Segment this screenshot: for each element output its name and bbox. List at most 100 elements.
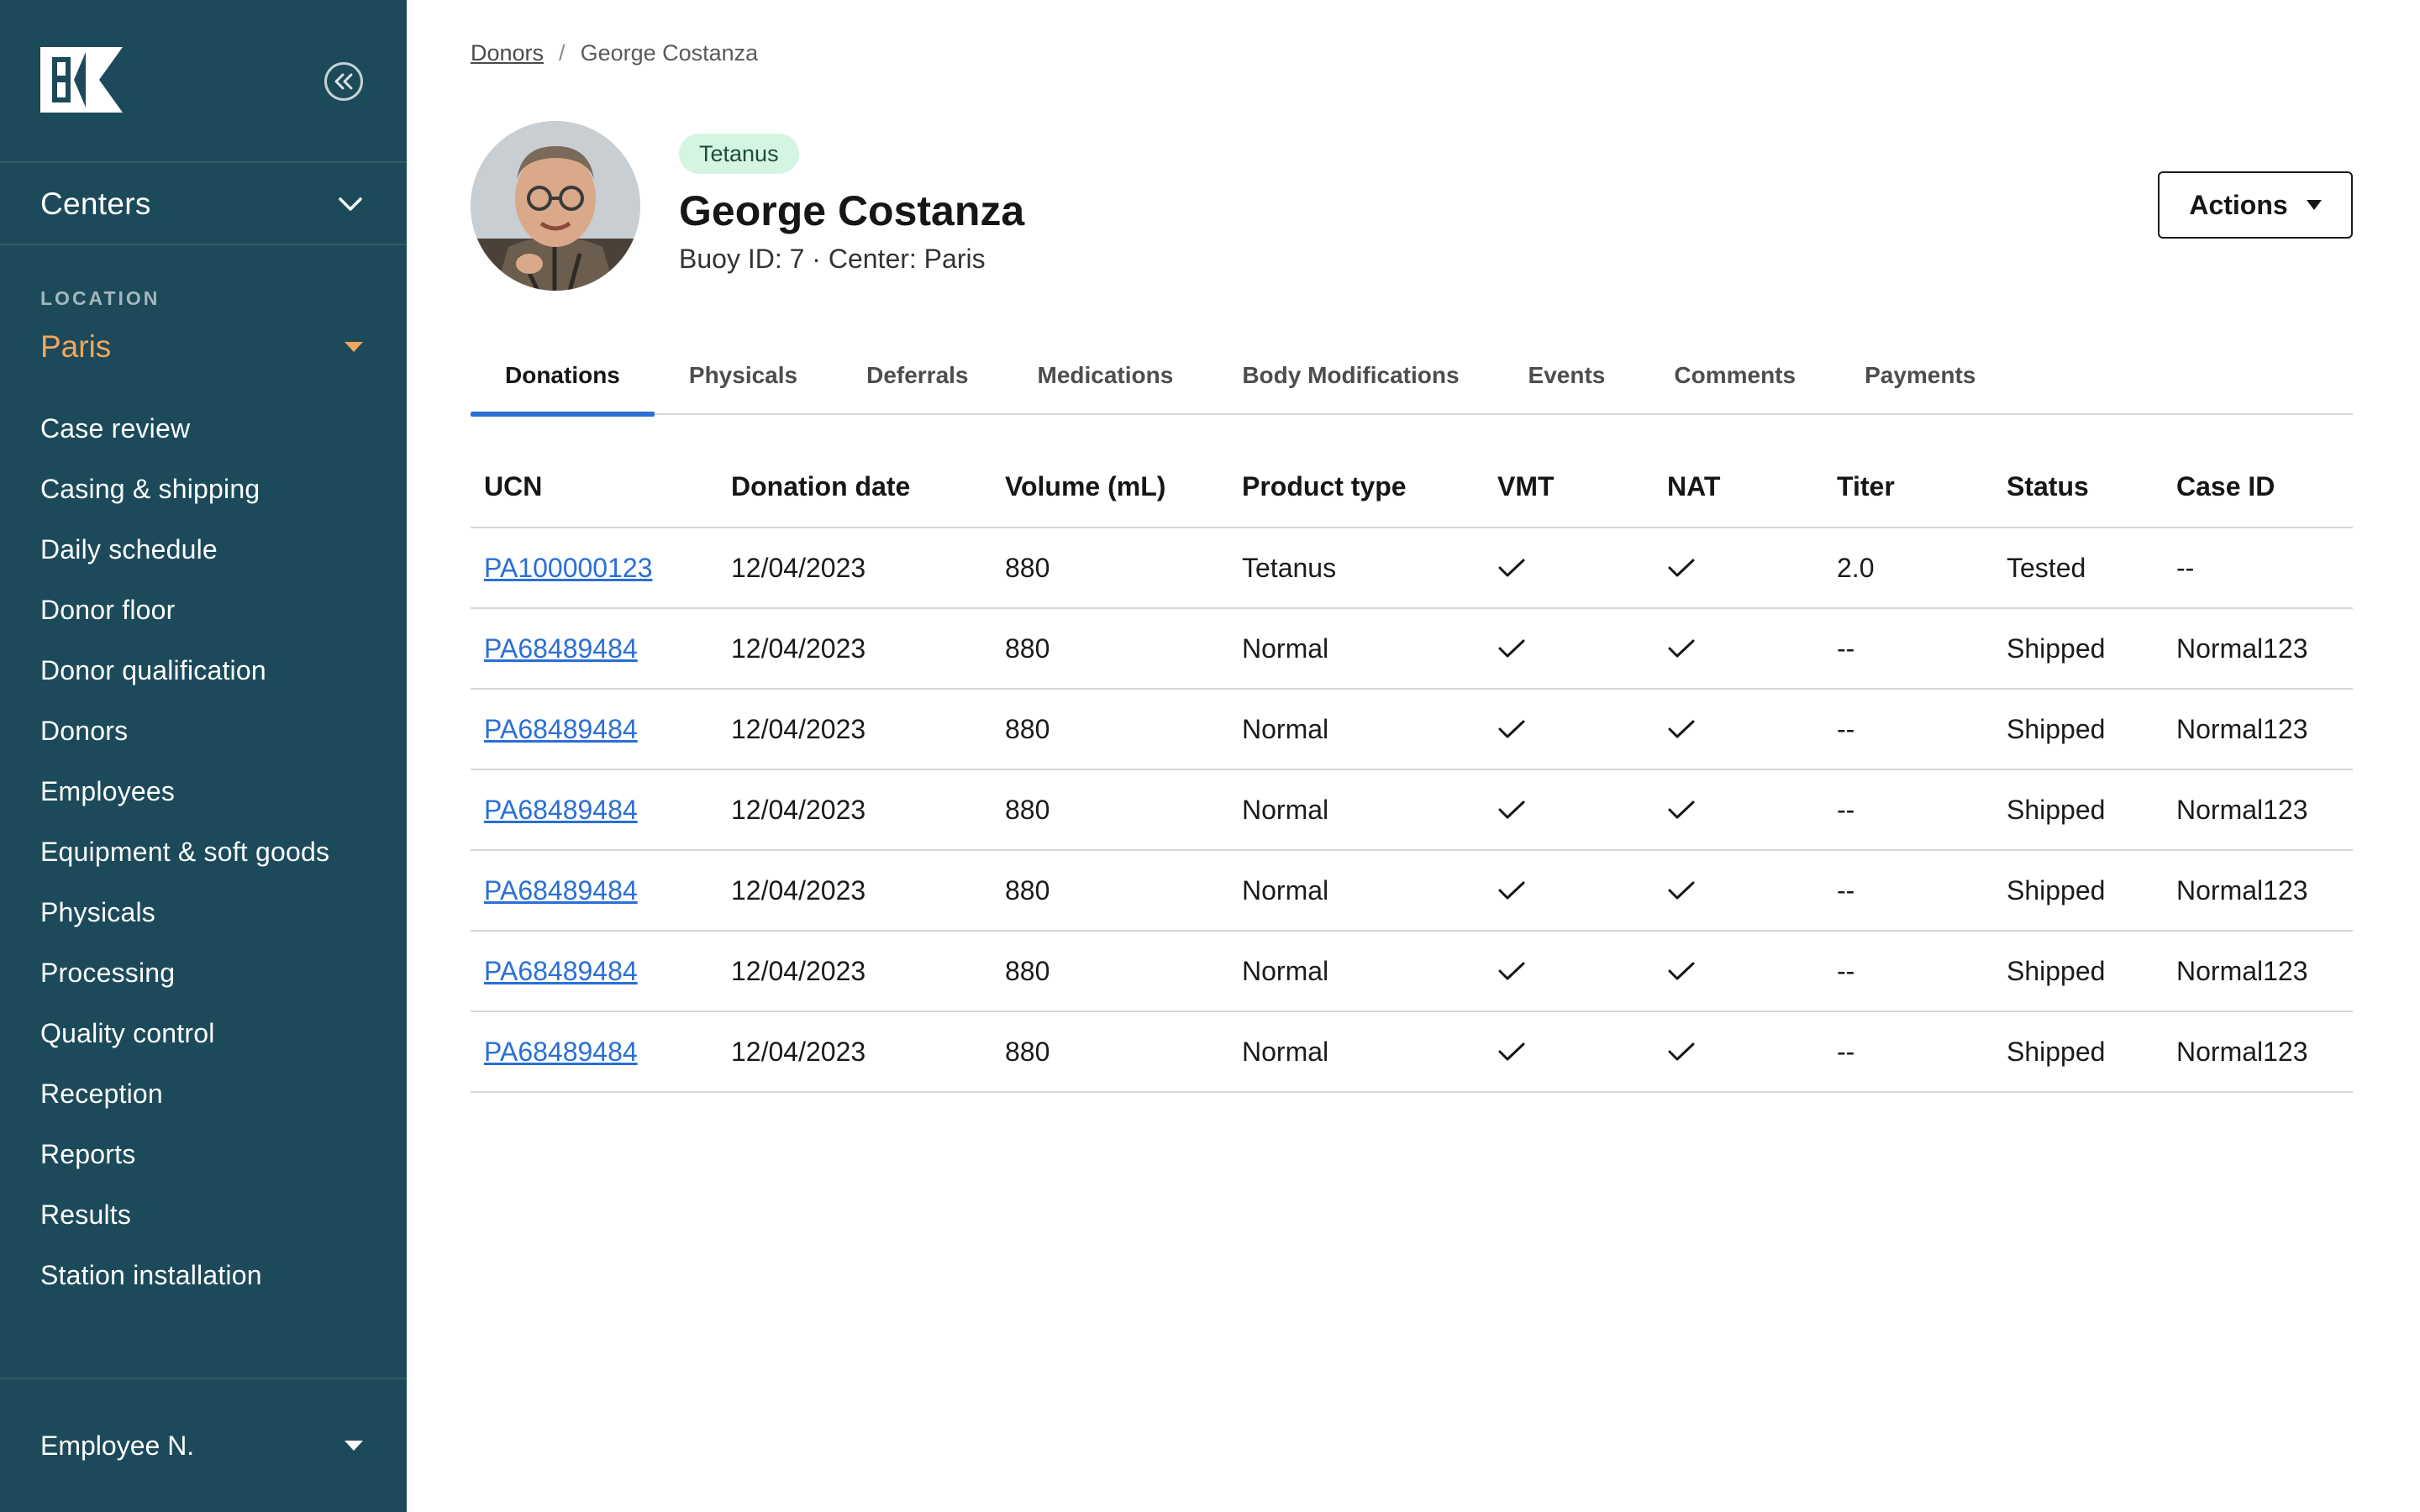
checkmark-icon [1497,1041,1640,1063]
employee-menu[interactable]: Employee N. [40,1425,363,1467]
cell-vmt [1484,1011,1654,1093]
checkmark-icon [1497,638,1640,659]
sidebar-item-equipment[interactable]: Equipment & soft goods [40,822,393,882]
cell-titer: -- [1823,931,1993,1012]
checkmark-icon [1667,638,1810,659]
cell-vmt [1484,608,1654,690]
cell-volume: 880 [992,1011,1228,1093]
tab-donations[interactable]: Donations [471,336,655,417]
cell-ucn-text[interactable]: PA68489484 [484,1037,638,1067]
cell-status-text: Tested [2007,552,2086,583]
cell-product-type-text: Tetanus [1242,552,1337,583]
sidebar-item-results[interactable]: Results [40,1184,393,1245]
cell-product-type-text: Normal [1242,874,1329,906]
tab-comments[interactable]: Comments [1639,336,1830,415]
cell-status: Shipped [1993,608,2163,690]
cell-product-type: Tetanus [1228,528,1484,609]
sidebar-item-physicals[interactable]: Physicals [40,882,393,942]
location-dropdown[interactable]: Paris [40,326,363,368]
sidebar-item-donor-qualification[interactable]: Donor qualification [40,640,393,701]
table-row[interactable]: PA68489484 12/04/2023 880 Normal -- Shipped No… [471,931,2353,1012]
cell-donation-date: 12/04/2023 [718,769,992,851]
table-row[interactable]: PA68489484 12/04/2023 880 Normal -- Shipped No… [471,769,2353,851]
cell-volume-text: 880 [1005,1036,1050,1067]
cell-nat [1654,608,1823,690]
cell-donation-date: 12/04/2023 [718,931,992,1012]
cell-ucn-text[interactable]: PA68489484 [484,795,638,825]
cell-status: Shipped [1993,1011,2163,1093]
sidebar-divider [0,244,407,245]
cell-ucn-text[interactable]: PA68489484 [484,714,638,744]
cell-donation-date-text: 12/04/2023 [731,633,866,664]
table-row[interactable]: PA68489484 12/04/2023 880 Normal -- Shipped No… [471,689,2353,770]
sidebar-item-donor-floor[interactable]: Donor floor [40,580,393,640]
checkmark-icon [1667,718,1810,740]
cell-titer-text: -- [1837,794,1855,825]
cell-volume-text: 880 [1005,633,1050,664]
cell-nat [1654,528,1823,609]
table-row[interactable]: PA68489484 12/04/2023 880 Normal -- Shipped No… [471,608,2353,690]
table-row[interactable]: PA68489484 12/04/2023 880 Normal -- Shipped No… [471,1011,2353,1093]
sidebar-item-daily-schedule[interactable]: Daily schedule [40,519,393,580]
sidebar-item-quality-control[interactable]: Quality control [40,1003,393,1063]
tab-medications[interactable]: Medications [1003,336,1208,415]
sidebar-item-reports[interactable]: Reports [40,1124,393,1184]
sidebar-item-donors[interactable]: Donors [40,701,393,761]
cell-titer: -- [1823,850,1993,932]
cell-donation-date: 12/04/2023 [718,1011,992,1093]
table-row[interactable]: PA68489484 12/04/2023 880 Normal -- Shipped No… [471,850,2353,932]
cell-ucn-text[interactable]: PA68489484 [484,633,638,664]
checkmark-icon [1497,879,1640,901]
centers-dropdown[interactable]: Centers [40,183,363,225]
column-header-vmt[interactable]: VMT [1484,447,1654,528]
cell-donation-date-text: 12/04/2023 [731,874,866,906]
cell-case-id: Normal123 [2163,1011,2353,1093]
tab-physicals[interactable]: Physicals [655,336,832,415]
cell-product-type-text: Normal [1242,955,1329,986]
cell-titer: -- [1823,689,1993,770]
cell-ucn-text[interactable]: PA68489484 [484,956,638,986]
tab-body-modifications[interactable]: Body Modifications [1207,336,1493,415]
brand-logo[interactable] [40,47,123,113]
column-header-status[interactable]: Status [1993,447,2163,528]
checkmark-icon [1667,960,1810,982]
column-header-product-type[interactable]: Product type [1228,447,1484,528]
column-header-ucn[interactable]: UCN [471,447,718,528]
tab-payments[interactable]: Payments [1830,336,2010,415]
column-header-donation-date[interactable]: Donation date [718,447,992,528]
tab-events[interactable]: Events [1494,336,1640,415]
checkmark-icon [1497,799,1640,821]
cell-case-id-text: Normal123 [2176,1036,2308,1067]
sidebar-item-processing[interactable]: Processing [40,942,393,1003]
collapse-sidebar-button[interactable] [324,62,363,101]
caret-down-icon [345,342,363,352]
cell-vmt [1484,528,1654,609]
column-header-titer[interactable]: Titer [1823,447,1993,528]
cell-titer: -- [1823,769,1993,851]
cell-nat [1654,931,1823,1012]
cell-case-id-text: Normal123 [2176,955,2308,986]
column-header-volume[interactable]: Volume (mL) [992,447,1228,528]
cell-case-id: Normal123 [2163,769,2353,851]
sidebar-item-employees[interactable]: Employees [40,761,393,822]
table-row[interactable]: PA100000123 12/04/2023 880 Tetanus 2.0 Tested… [471,528,2353,609]
tab-deferrals[interactable]: Deferrals [832,336,1002,415]
actions-button[interactable]: Actions [2158,171,2353,239]
cell-titer-text: -- [1837,713,1855,744]
cell-ucn: PA68489484 [471,608,718,690]
cell-volume: 880 [992,689,1228,770]
cell-ucn: PA68489484 [471,931,718,1012]
sidebar-item-station-installation[interactable]: Station installation [40,1245,393,1305]
sidebar-item-case-review[interactable]: Case review [40,398,393,459]
sidebar: Centers LOCATION Paris Case review Casin… [0,0,407,1512]
checkmark-icon [1497,557,1640,579]
sidebar-item-reception[interactable]: Reception [40,1063,393,1124]
sidebar-item-casing-shipping[interactable]: Casing & shipping [40,459,393,519]
cell-vmt [1484,689,1654,770]
cell-ucn-text[interactable]: PA68489484 [484,875,638,906]
column-header-nat[interactable]: NAT [1654,447,1823,528]
centers-label: Centers [40,186,151,221]
breadcrumb-donors-link[interactable]: Donors [471,40,544,66]
column-header-case-id[interactable]: Case ID [2163,447,2353,528]
cell-ucn-text[interactable]: PA100000123 [484,553,652,583]
